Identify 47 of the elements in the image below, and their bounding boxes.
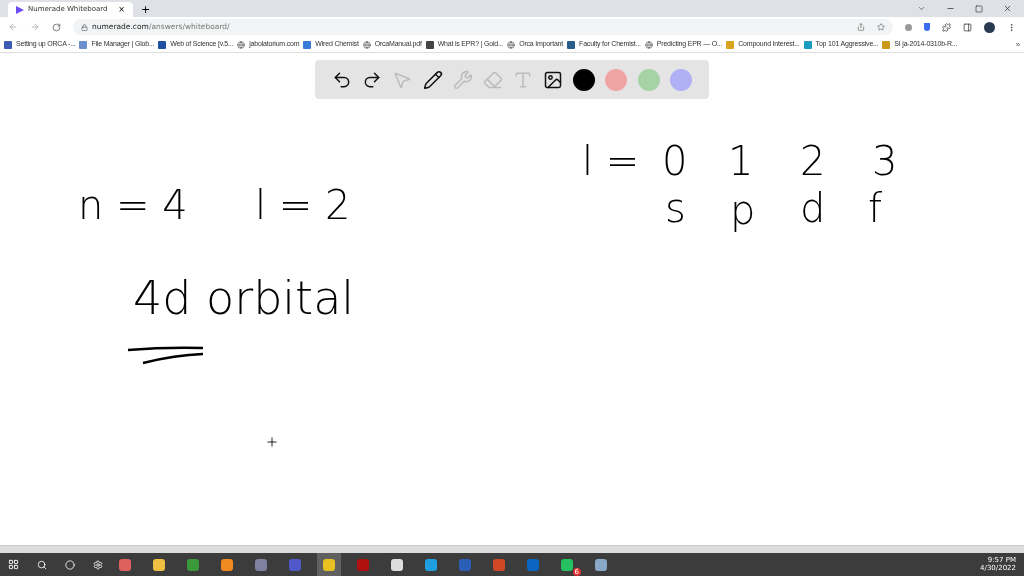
image-icon[interactable] [543, 69, 564, 90]
globe-icon [362, 40, 371, 49]
share-icon[interactable] [857, 23, 865, 31]
globe-icon [644, 40, 653, 49]
handwritten-text: p [730, 190, 756, 230]
start-icon[interactable] [8, 559, 19, 570]
handwritten-text: s [665, 188, 686, 228]
back-icon[interactable] [8, 22, 18, 32]
restore-icon[interactable] [975, 5, 983, 13]
extensions-icon[interactable] [942, 22, 951, 32]
pencil-icon[interactable] [422, 69, 443, 90]
horizontal-scrollbar[interactable] [0, 545, 1024, 553]
search-icon[interactable] [37, 559, 47, 570]
star-icon[interactable] [877, 23, 885, 31]
handwritten-text: n = 4 [78, 185, 188, 225]
taskbar-app-button[interactable] [317, 553, 341, 576]
handwritten-text: 2 [800, 141, 826, 181]
circle-icon[interactable] [65, 559, 75, 570]
handwritten-text: 3 [872, 141, 898, 181]
new-tab-button[interactable]: + [141, 4, 151, 15]
handwritten-text: 0 [662, 141, 688, 181]
avatar-icon[interactable] [984, 21, 995, 33]
handwritten-text: 1 [728, 141, 754, 181]
color-swatch[interactable] [573, 68, 596, 91]
tab-search-icon[interactable] [917, 4, 926, 13]
color-swatch[interactable] [637, 68, 660, 91]
more-bookmarks-button[interactable]: » [1015, 38, 1020, 51]
menu-icon[interactable] [1007, 22, 1016, 32]
reload-icon[interactable] [52, 22, 61, 32]
handwritten-text: f [868, 188, 883, 228]
handwritten-text: l = [582, 141, 640, 181]
logo-icon [16, 5, 24, 14]
color-swatch[interactable] [669, 68, 692, 91]
extension-icon[interactable] [905, 23, 912, 31]
color-swatch[interactable] [605, 68, 628, 91]
side-panel-icon[interactable] [963, 22, 972, 32]
close-window-icon[interactable] [1003, 4, 1012, 13]
crosshair-cursor-icon [265, 435, 279, 449]
handwritten-text: 4d orbital [133, 275, 355, 321]
globe-icon [507, 40, 516, 49]
tab-close-button[interactable]: × [118, 5, 125, 14]
handwritten-text: d [800, 188, 826, 228]
forward-icon[interactable] [30, 22, 40, 32]
shield-icon[interactable] [924, 23, 930, 31]
handwritten-text: l = 2 [255, 185, 351, 225]
lock-icon [81, 23, 88, 31]
globe-icon [237, 40, 246, 49]
